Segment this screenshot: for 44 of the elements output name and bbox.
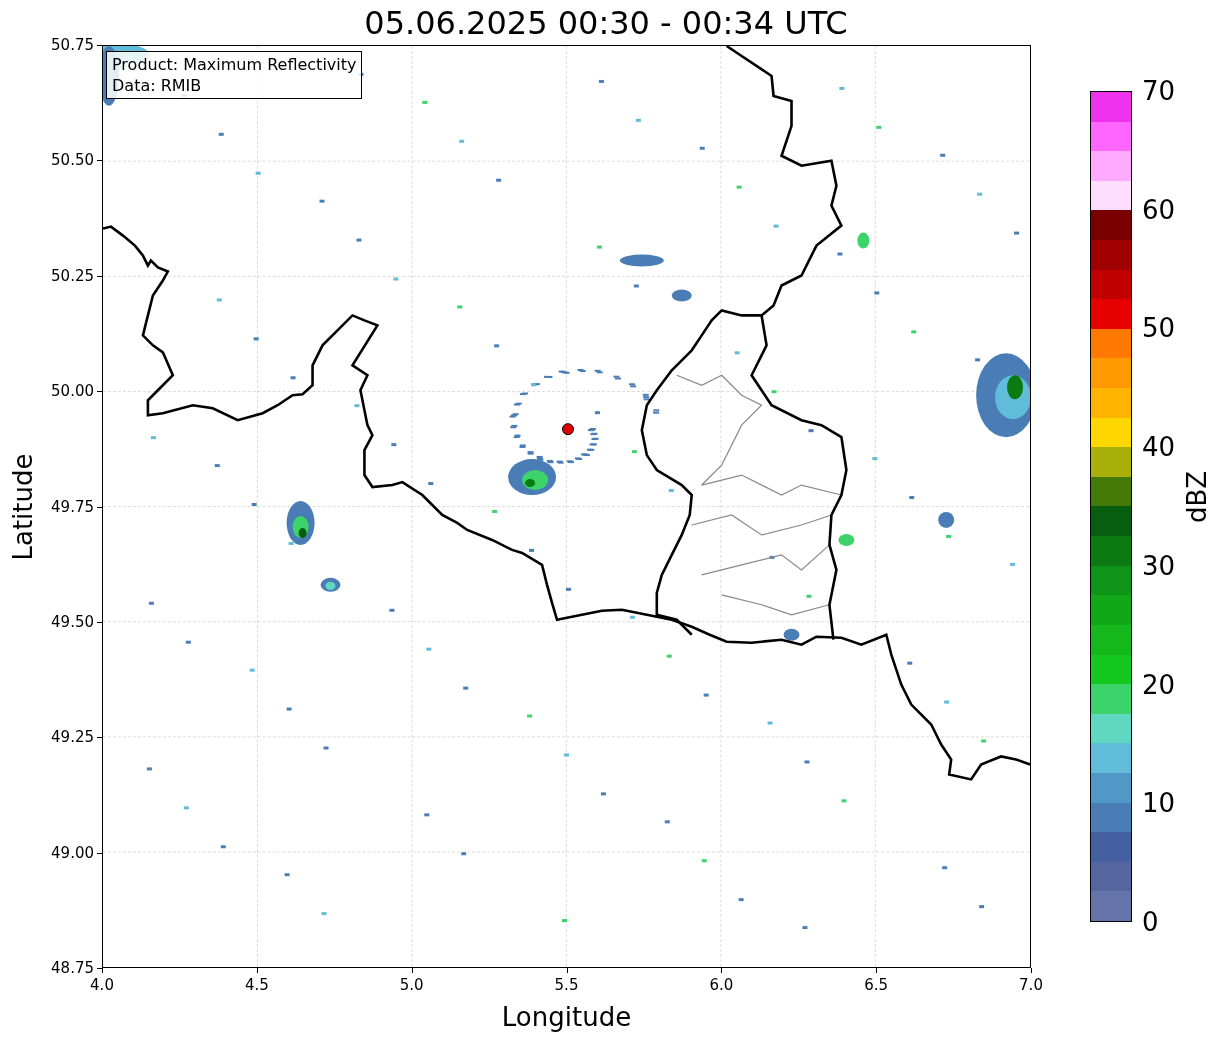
tick-mark xyxy=(97,391,102,393)
tick-label: 60 xyxy=(1142,194,1176,225)
tick-label: 5.0 xyxy=(399,976,424,994)
tick-mark xyxy=(97,275,102,277)
tick-label: 6.5 xyxy=(864,976,889,994)
tick-mark xyxy=(97,852,102,854)
tick-label: 6.0 xyxy=(709,976,734,994)
tick-label: 50.75 xyxy=(51,36,94,54)
tick-label: 10 xyxy=(1142,788,1176,819)
tick-mark xyxy=(256,968,258,973)
tick-label: 7.0 xyxy=(1019,976,1043,994)
axis-label: Latitude xyxy=(7,453,37,560)
tick-mark xyxy=(97,737,102,739)
chart-title: 05.06.2025 00:30 - 00:34 UTC xyxy=(364,3,848,42)
tick-label: 5.5 xyxy=(554,976,579,994)
tick-mark xyxy=(97,160,102,162)
tick-label: 20 xyxy=(1142,669,1176,700)
tick-label: 50 xyxy=(1142,313,1176,344)
tick-label: 49.75 xyxy=(51,497,94,516)
colorbar-label: dBZ xyxy=(1182,470,1212,524)
tick-label: 49.50 xyxy=(51,612,94,631)
tick-label: 50.00 xyxy=(51,382,94,401)
tick-mark xyxy=(97,506,102,508)
tick-mark xyxy=(566,968,568,973)
tick-mark xyxy=(97,45,102,46)
tick-label: 4.0 xyxy=(90,976,114,994)
tick-label: 50.50 xyxy=(51,151,94,170)
tick-label: 30 xyxy=(1142,550,1176,581)
tick-label: 40 xyxy=(1142,432,1176,463)
tick-mark xyxy=(411,968,413,973)
legend-text: Data: RMIB xyxy=(112,75,203,96)
tick-label: 48.75 xyxy=(51,959,94,977)
tick-mark xyxy=(1031,968,1032,973)
tick-label: 49.00 xyxy=(51,843,94,862)
tick-mark xyxy=(721,968,723,973)
axis-label: Longitude xyxy=(501,1002,632,1032)
tick-label: 0 xyxy=(1142,907,1159,937)
tick-label: 70 xyxy=(1142,76,1176,106)
tick-mark xyxy=(97,621,102,623)
legend-text: Product: Maximum Reflectivity xyxy=(112,54,357,75)
tick-label: 4.5 xyxy=(244,976,269,994)
tick-mark xyxy=(876,968,878,973)
tick-label: 49.25 xyxy=(51,728,94,747)
tick-label: 50.25 xyxy=(51,266,94,285)
